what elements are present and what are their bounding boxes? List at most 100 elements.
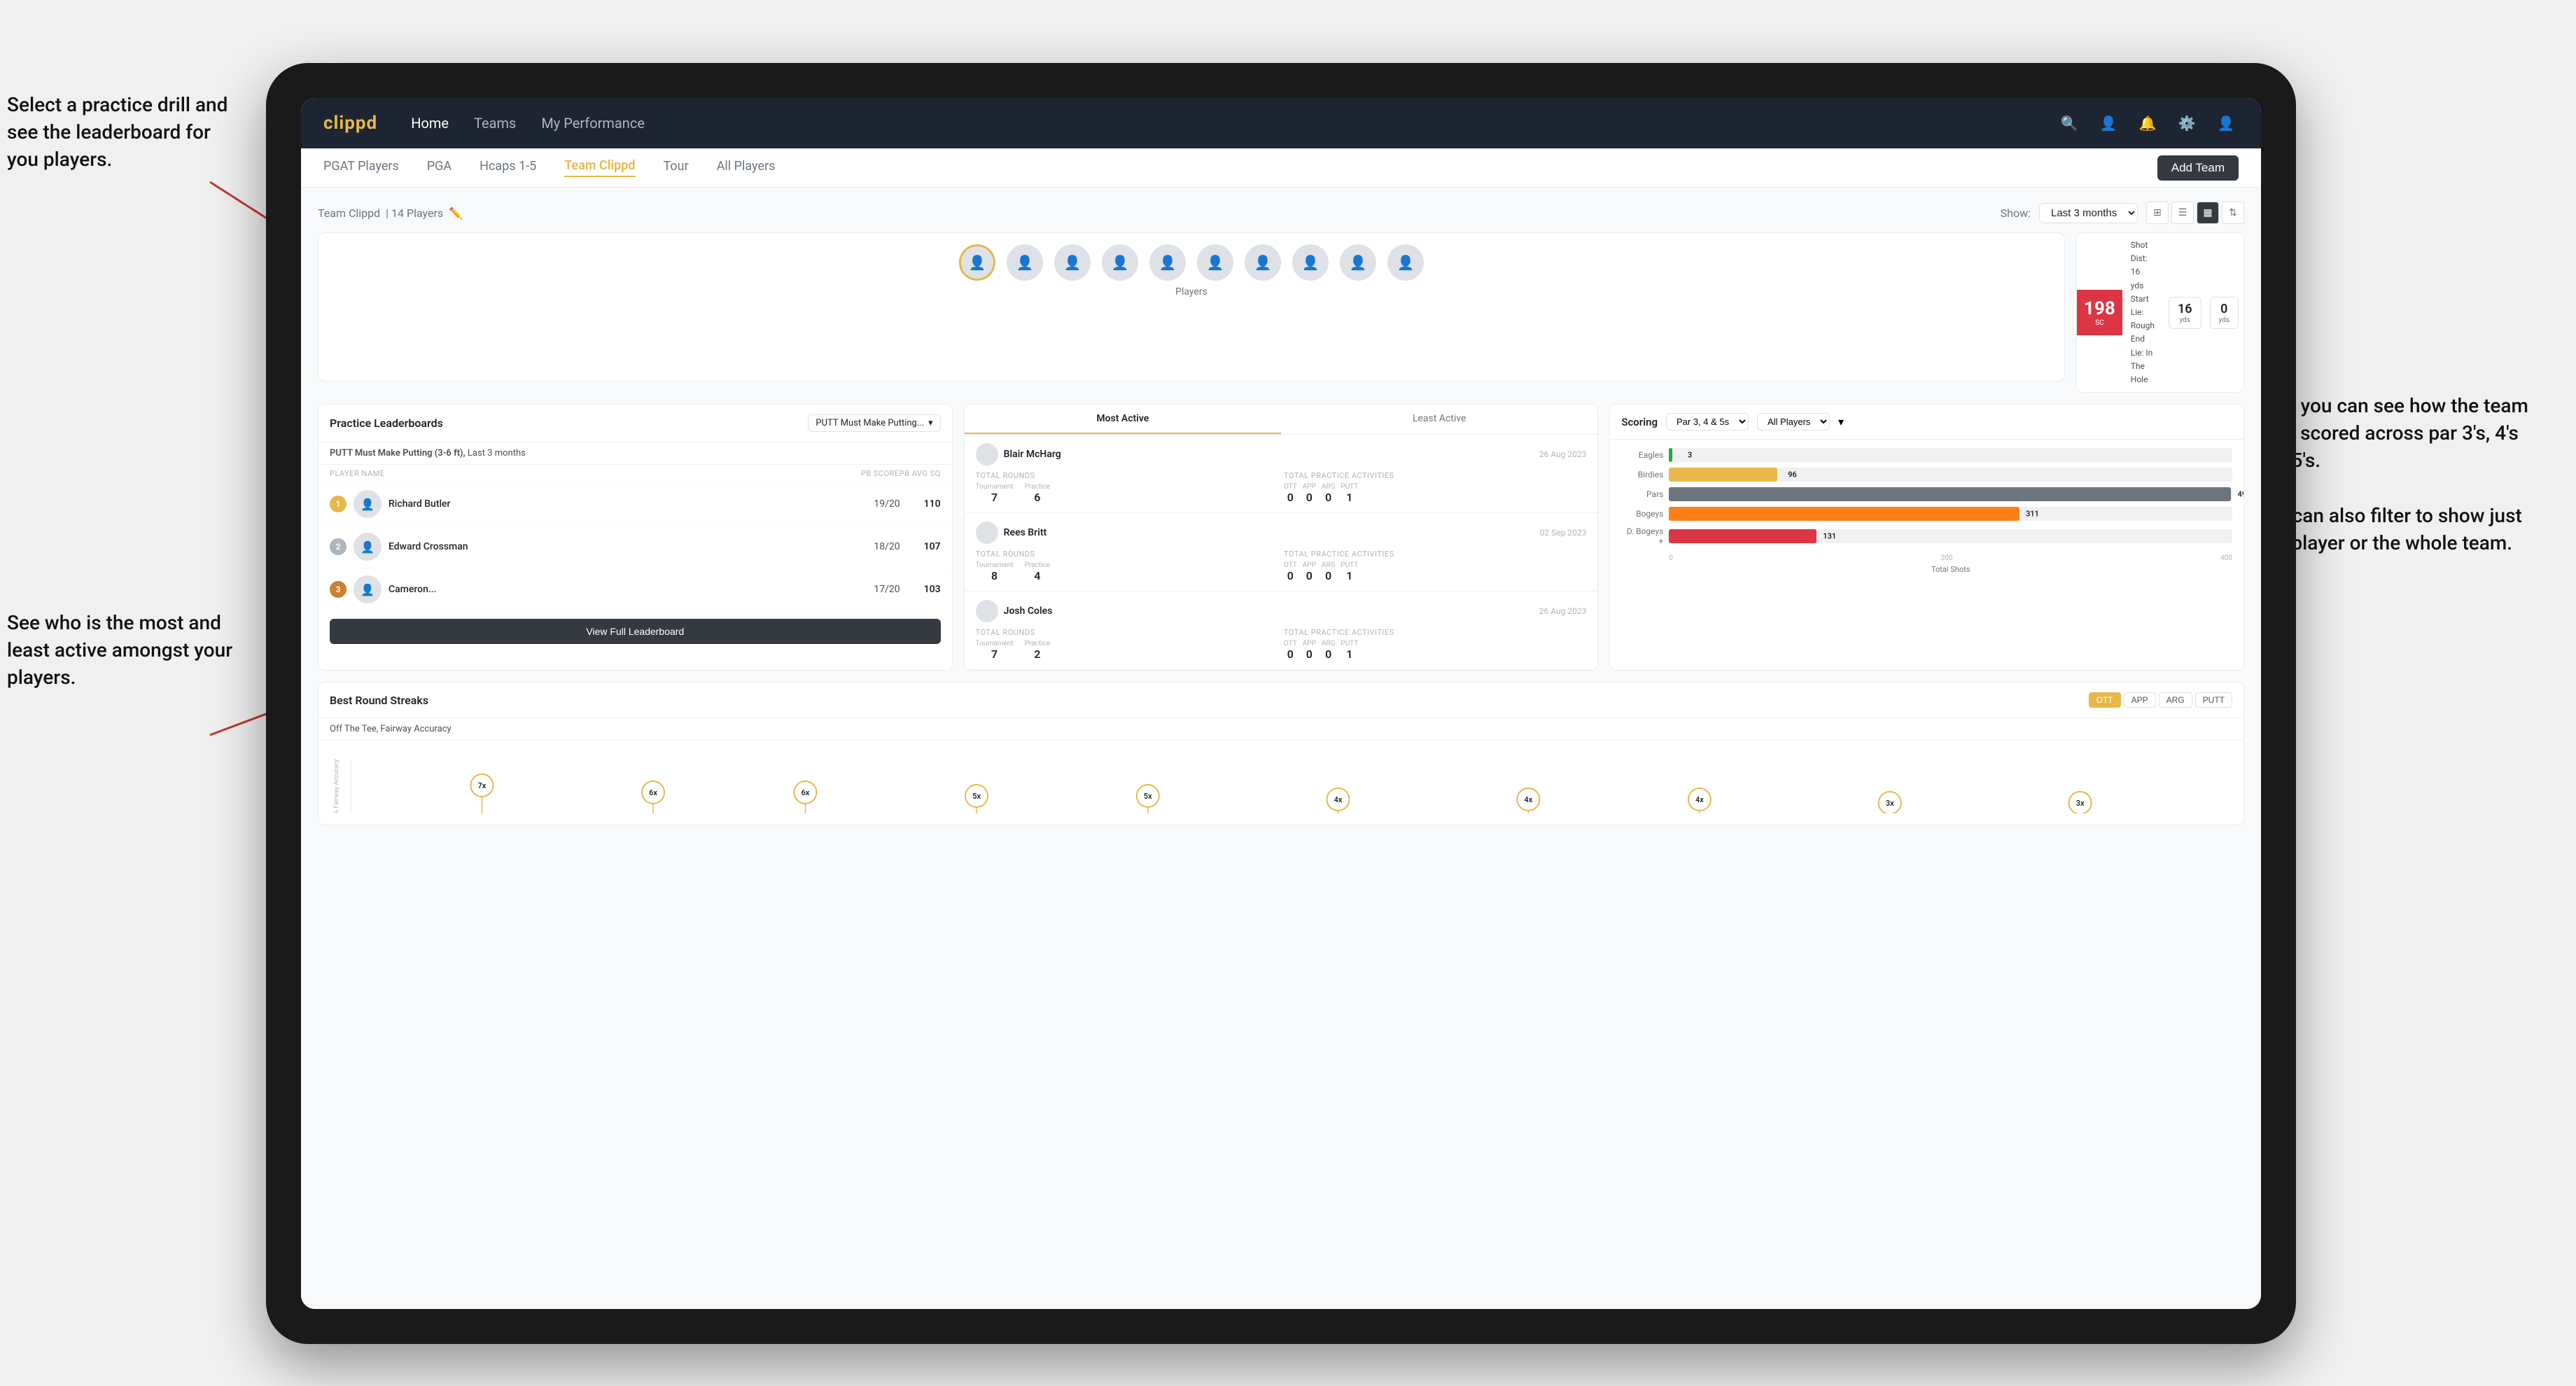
player-filter-dropdown[interactable]: All Players [1757,413,1830,430]
avatar-7[interactable]: 👤 [1245,244,1281,281]
settings-icon[interactable]: ⚙️ [2174,111,2199,136]
app-3: APP 0 [1303,640,1316,661]
streaks-title: Best Round Streaks [330,694,428,707]
yds-start-val: 16 [2178,302,2192,316]
view-full-leaderboard-button[interactable]: View Full Leaderboard [330,619,941,644]
chart-value-dbogeys: 131 [1823,532,1836,541]
nav-item-teams[interactable]: Teams [474,115,516,132]
chart-bar-eagles: 3 [1669,448,1672,462]
lb-score-1: 19/20 [874,498,899,510]
total-practice-group-1: Total Practice Activities OTT 0 APP 0 [1284,471,1586,504]
chart-bar-birdies: 96 [1669,468,1777,482]
chart-bar-dbogeys: 131 [1669,529,1816,543]
chart-value-birdies: 96 [1788,470,1797,479]
score-red-label: SC [2095,319,2104,327]
score-yards: 16 yds 0 yds [2163,291,2244,335]
subnav-hcaps[interactable]: Hcaps 1-5 [479,159,536,176]
tab-most-active[interactable]: Most Active [965,405,1281,434]
nav-item-performance[interactable]: My Performance [541,115,645,132]
chart-label-pars: Pars [1621,489,1663,499]
score-panel: 198 SC Shot Dist: 16 yds Start Lie: Roug… [2076,232,2244,393]
activity-avatar-1 [976,443,998,465]
bell-icon[interactable]: 🔔 [2135,111,2160,136]
streak-btn-app[interactable]: APP [2124,692,2156,708]
tablet-frame: clippd Home Teams My Performance 🔍 👤 🔔 ⚙… [266,63,2296,1344]
leaderboard-dropdown[interactable]: PUTT Must Make Putting... ▾ [808,414,940,432]
arg-3: ARG 0 [1322,640,1336,661]
tab-least-active[interactable]: Least Active [1281,405,1597,434]
chart-bar-bg-dbogeys: 131 [1669,529,2232,543]
streaks-subtitle: Off The Tee, Fairway Accuracy [318,718,2244,741]
start-lie: Start Lie: Rough [2131,293,2155,333]
streak-btn-arg[interactable]: ARG [2159,692,2192,708]
activity-card-1: Blair McHarg 26 Aug 2023 Total Rounds To… [965,435,1598,513]
par-filter-dropdown[interactable]: Par 3, 4 & 5s Par 3s Par 4s Par 5s [1666,413,1749,430]
putt-3: PUTT 1 [1340,640,1358,661]
streak-btn-ott[interactable]: OTT [2089,692,2121,708]
show-dropdown[interactable]: Last 3 months Last 6 months Last year [2039,203,2138,223]
filter-btn[interactable]: ⇅ [2222,202,2244,224]
avatar-4[interactable]: 👤 [1102,244,1138,281]
activity-name-1: Blair McHarg [1004,449,1534,460]
chart-value-eagles: 3 [1688,451,1692,460]
person-icon[interactable]: 👤 [2096,111,2121,136]
activity-date-2: 02 Sep 2023 [1540,528,1587,538]
grid-view-btn[interactable]: ⊞ [2146,202,2169,224]
subnav-pga[interactable]: PGA [427,159,451,176]
leaderboard-subtitle-bold: PUTT Must Make Putting (3-6 ft), [330,448,465,458]
chart-bar-bg-birdies: 96 [1669,468,2232,482]
subnav-pgat[interactable]: PGAT Players [323,159,399,176]
yds-end-val: 0 [2219,302,2230,316]
lb-avatar-2: 👤 [354,533,382,561]
show-controls: Show: Last 3 months Last 6 months Last y… [2001,202,2244,224]
lb-avg-1: 110 [916,498,941,510]
avatar-10[interactable]: 👤 [1387,244,1424,281]
annotation-top-left: Select a practice drill and see the lead… [7,91,245,174]
lb-row-3: 3 👤 Cameron... 17/20 103 [318,568,952,610]
yds-start-box: 16 yds [2169,297,2202,329]
edit-icon[interactable]: ✏️ [449,206,463,220]
activity-tabs: Most Active Least Active [965,405,1598,435]
avatar-1[interactable]: 👤 [959,244,995,281]
lb-name-2: Edward Crossman [388,541,867,552]
x-axis-0: 0 [1669,554,1673,562]
avatar-2[interactable]: 👤 [1007,244,1043,281]
user-avatar-icon[interactable]: 👤 [2213,111,2239,136]
svg-text:4x: 4x [1524,795,1532,804]
activity-date-3: 26 Aug 2023 [1539,606,1587,616]
total-rounds-title-1: Total Rounds [976,471,1278,480]
subnav-tour[interactable]: Tour [664,159,689,176]
streak-btn-putt[interactable]: PUTT [2195,692,2232,708]
streaks-header: Best Round Streaks OTT APP ARG PUTT [318,682,2244,718]
practice-stat-2: Practice 4 [1025,561,1050,582]
top-nav: clippd Home Teams My Performance 🔍 👤 🔔 ⚙… [301,98,2261,148]
lb-score-2: 18/20 [874,541,899,552]
avatar-8[interactable]: 👤 [1292,244,1329,281]
app-2: APP 0 [1303,561,1316,582]
avatar-9[interactable]: 👤 [1340,244,1376,281]
total-rounds-group-1: Total Rounds Tournament 7 Practice 6 [976,471,1278,504]
svg-text:6x: 6x [802,788,810,797]
card-view-btn[interactable]: ▦ [2197,202,2219,224]
avatar-6[interactable]: 👤 [1197,244,1233,281]
nav-item-home[interactable]: Home [411,115,449,132]
subnav-team-clippd[interactable]: Team Clippd [564,158,635,177]
activity-date-1: 26 Aug 2023 [1539,449,1587,459]
list-view-btn[interactable]: ☰ [2171,202,2194,224]
lb-avatar-1: 👤 [354,490,382,518]
svg-text:4x: 4x [1695,795,1704,804]
lb-rank-2: 2 [330,538,346,555]
three-col-section: Practice Leaderboards PUTT Must Make Put… [318,404,2244,671]
search-icon[interactable]: 🔍 [2057,111,2082,136]
lb-avg-3: 103 [916,584,941,595]
team-name: Team Clippd [318,206,380,220]
chart-label-birdies: Birdies [1621,470,1663,479]
chart-row-bogeys: Bogeys 311 [1621,507,2232,521]
add-team-button[interactable]: Add Team [2157,155,2239,181]
avatar-3[interactable]: 👤 [1054,244,1091,281]
players-avatars: 👤 👤 👤 👤 👤 👤 👤 👤 👤 👤 [959,244,1424,281]
avatar-5[interactable]: 👤 [1149,244,1186,281]
chart-x-axis: 0 200 400 [1621,552,2232,562]
subnav-all-players[interactable]: All Players [717,159,776,176]
chart-row-eagles: Eagles 3 [1621,448,2232,462]
